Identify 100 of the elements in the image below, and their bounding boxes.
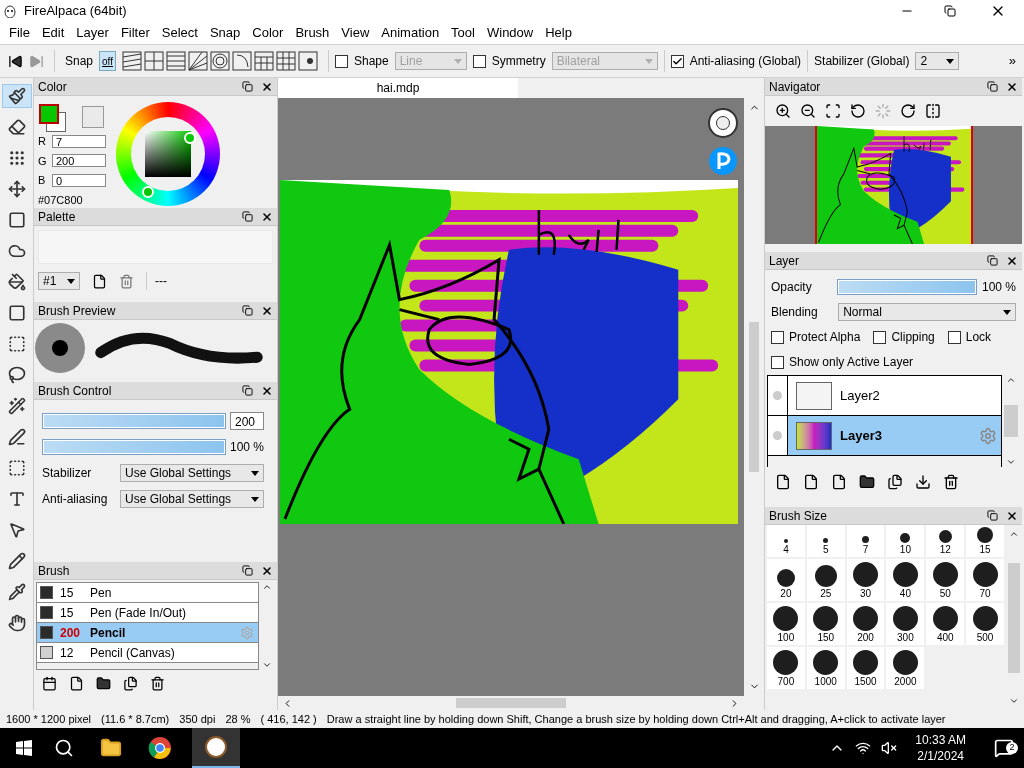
browser-icon[interactable] [148, 736, 172, 760]
brush-size-option[interactable]: 500 [966, 603, 1004, 645]
restore-icon[interactable] [242, 385, 253, 396]
color-swatches[interactable] [39, 104, 67, 133]
restore-icon[interactable] [987, 81, 998, 92]
menu-item[interactable]: Help [539, 23, 578, 43]
palette-set-dropdown[interactable]: #1 [38, 272, 80, 290]
menu-item[interactable]: Animation [375, 23, 446, 43]
menu-item[interactable]: Color [246, 23, 290, 43]
rotate-left-icon[interactable] [850, 103, 866, 119]
flip-icon[interactable] [925, 103, 941, 119]
close-icon[interactable] [1006, 80, 1018, 93]
saturation-square[interactable] [145, 131, 191, 177]
brush-list-item[interactable]: 12 Pencil (Canvas) [37, 643, 258, 663]
brush-size-option[interactable]: 40 [886, 559, 925, 601]
close-icon[interactable] [261, 384, 273, 397]
layer-row[interactable]: Layer3 [788, 416, 1001, 455]
folder-icon[interactable] [96, 675, 111, 691]
brush-list-item[interactable]: 200 Pencil [37, 623, 258, 643]
restore-icon[interactable] [987, 255, 998, 266]
zoom-in-icon[interactable] [775, 103, 791, 119]
notifications-button[interactable]: 2 [984, 738, 1024, 758]
brush-size-option[interactable]: 300 [886, 603, 925, 645]
brush-size-option[interactable]: 200 [846, 603, 885, 645]
new-page-icon[interactable] [69, 675, 84, 691]
channel-input[interactable]: 7 [52, 134, 106, 148]
search-icon[interactable] [54, 738, 74, 758]
close-icon[interactable] [1006, 254, 1018, 267]
scrollbar-thumb[interactable] [1008, 562, 1020, 673]
scrollbar-thumb[interactable] [456, 698, 566, 708]
brush-size-option[interactable]: 1000 [806, 647, 845, 689]
scroll-down-icon[interactable] [1006, 457, 1016, 467]
scrollbar-thumb[interactable] [749, 322, 759, 472]
close-icon[interactable] [261, 80, 273, 93]
menu-item[interactable]: Window [480, 23, 540, 43]
menu-item[interactable]: Brush [289, 23, 336, 43]
checkbox[interactable] [670, 54, 684, 68]
dropdown[interactable]: Use Global Settings [120, 464, 264, 482]
document-tab[interactable]: hai.mdp [278, 78, 518, 98]
zoom-out-icon[interactable] [800, 103, 816, 119]
checkbox[interactable] [771, 355, 784, 369]
scroll-up-icon[interactable] [1006, 375, 1016, 385]
restore-icon[interactable] [944, 5, 956, 17]
rotate-right-icon[interactable] [900, 103, 916, 119]
brush-size-option[interactable]: 15 [966, 525, 1004, 557]
transparent-swatch[interactable] [82, 106, 104, 128]
checkbox[interactable] [771, 330, 784, 344]
restore-icon[interactable] [242, 81, 253, 92]
brush-size-option[interactable]: 150 [806, 603, 845, 645]
merge-down-icon[interactable] [915, 474, 931, 490]
tool-button[interactable] [1, 84, 32, 108]
channel-input[interactable]: 0 [52, 173, 106, 187]
close-icon[interactable] [261, 210, 273, 223]
muted-speaker-icon[interactable] [881, 740, 898, 756]
brush-list-item[interactable]: 15 Pen [37, 583, 258, 603]
brush-list-item[interactable]: 15 Pen (Fade In/Out) [37, 603, 258, 623]
new-page-icon[interactable] [775, 474, 791, 490]
size-input[interactable]: 200 [230, 412, 264, 430]
menu-item[interactable]: File [3, 23, 36, 43]
checkbox[interactable] [947, 330, 961, 344]
brush-size-option[interactable]: 4 [767, 525, 805, 557]
scroll-down-icon[interactable] [262, 660, 272, 670]
brush-size-option[interactable]: 5 [806, 525, 845, 557]
close-icon[interactable] [261, 304, 273, 317]
windows-start-icon[interactable] [16, 740, 32, 756]
menu-item[interactable]: Snap [203, 23, 247, 43]
brush-size-option[interactable]: 25 [806, 559, 845, 601]
scrollbar-thumb[interactable] [1004, 405, 1018, 437]
fit-view-icon[interactable] [825, 103, 841, 119]
brush-size-option[interactable]: 100 [767, 603, 805, 645]
scroll-up-icon[interactable] [262, 582, 272, 592]
menu-item[interactable]: View [335, 23, 376, 43]
new-page-icon[interactable] [92, 273, 107, 289]
checkbox[interactable] [873, 330, 887, 344]
channel-input[interactable]: 200 [52, 154, 106, 168]
duplicate-icon[interactable] [887, 474, 903, 490]
file-explorer-icon[interactable] [100, 737, 122, 759]
brush-size-option[interactable]: 30 [846, 559, 885, 601]
snap-off-button[interactable]: off [99, 51, 116, 71]
share-logo-icon[interactable] [708, 146, 738, 176]
menu-item[interactable]: Tool [445, 23, 481, 43]
restore-icon[interactable] [242, 565, 253, 576]
brush-size-option[interactable]: 10 [886, 525, 925, 557]
previous-frame-icon[interactable] [8, 53, 23, 69]
network-icon[interactable] [855, 740, 872, 756]
duplicate-icon[interactable] [123, 675, 138, 691]
scroll-down-icon[interactable] [1009, 696, 1019, 706]
restore-icon[interactable] [987, 510, 998, 521]
menu-item[interactable]: Filter [114, 23, 156, 43]
close-icon[interactable] [261, 564, 273, 577]
dropdown[interactable]: Use Global Settings [120, 490, 264, 508]
brush-size-option[interactable]: 12 [926, 525, 965, 557]
scroll-up-icon[interactable] [1009, 529, 1019, 539]
restore-icon[interactable] [242, 211, 253, 222]
brush-size-option[interactable]: 7 [846, 525, 885, 557]
brush-size-option[interactable]: 1500 [846, 647, 885, 689]
menu-item[interactable]: Edit [35, 23, 71, 43]
dropdown[interactable]: Normal [838, 303, 1016, 321]
taskbar-app[interactable] [192, 728, 240, 768]
brush-preset-icon[interactable] [42, 675, 57, 691]
